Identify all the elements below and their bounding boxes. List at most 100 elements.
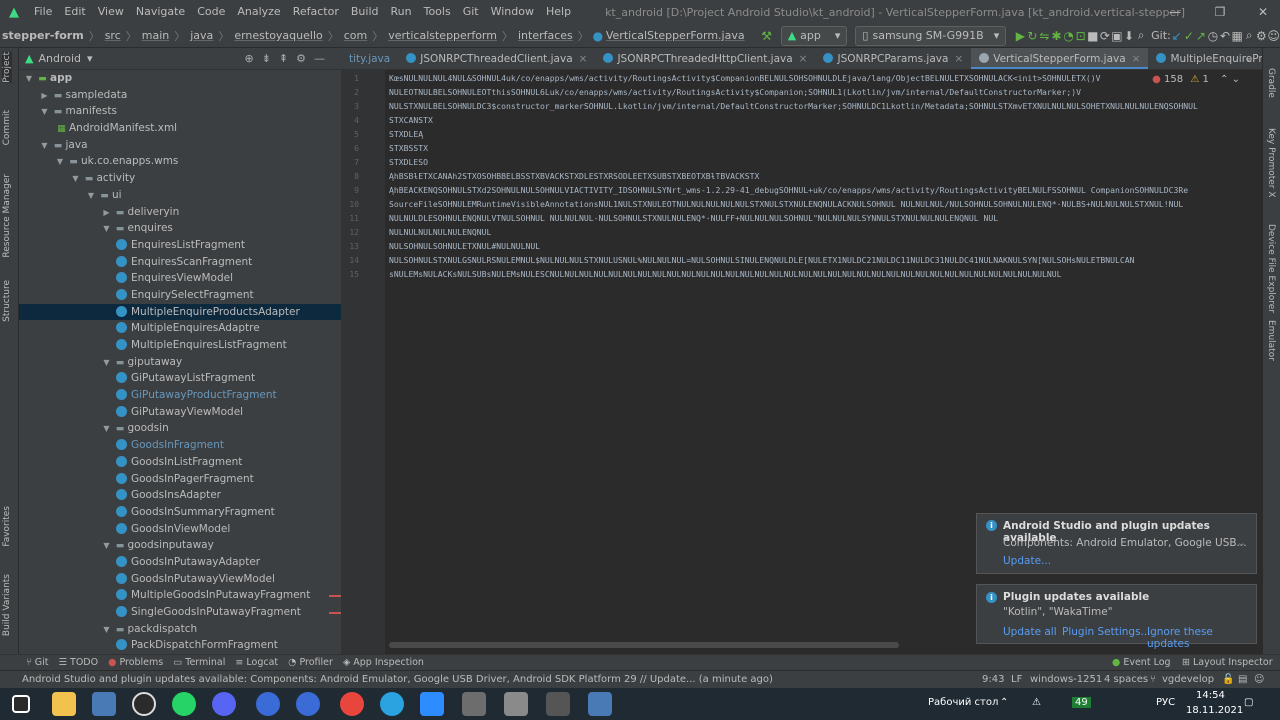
chevron-up-icon[interactable]: ⌃ [1220,74,1228,85]
breadcrumb-module[interactable]: stepper-form [0,29,86,42]
profile-icon[interactable]: ◔ [1063,29,1075,43]
tree-item[interactable]: ▦ AndroidManifest.xml [19,120,341,137]
horizontal-scrollbar[interactable] [389,642,899,648]
menu-build[interactable]: Build [345,0,385,24]
tree-item[interactable]: GoodsInPagerFragment [19,471,341,488]
tree-item[interactable]: MultipleEnquiresAdaptre [19,320,341,337]
tree-item[interactable]: ▼ ▬ goodsinputaway [19,537,341,554]
gear-icon[interactable]: ⚙ [296,52,314,65]
telegram-icon[interactable] [380,692,404,716]
tab-jsonrpc-threaded-http-client[interactable]: JSONRPCThreadedHttpClient.java × [595,48,815,69]
tool-favorites[interactable]: Favorites [2,506,12,547]
sync-gradle-icon[interactable]: ⟳ [1099,29,1111,43]
tree-item[interactable]: MultipleEnquireProductsAdapter [19,303,341,321]
tool-build-variants[interactable]: Build Variants [2,574,12,636]
collapse-icon[interactable]: ⇟ [262,52,279,65]
zoom-icon[interactable] [420,692,444,716]
memory-indicator-icon[interactable]: ▤ [1238,674,1247,685]
minimize-icon[interactable]: — [1160,0,1190,24]
device-select[interactable]: ▯ samsung SM-G991B ▾ [855,25,1007,46]
maximize-icon[interactable]: ❐ [1205,0,1235,24]
clock-date[interactable]: 18.11.2021 [1186,705,1243,716]
chevron-down-icon[interactable]: ⌄ [1232,74,1240,85]
tool-emulator[interactable]: Emulator [1266,320,1276,361]
git-history-icon[interactable]: ◷ [1207,29,1219,43]
tree-item[interactable]: ▼ ▬ java [19,137,341,154]
chevron-down-icon[interactable]: ▼ [101,221,113,238]
tree-item[interactable]: GoodsInsAdapter [19,487,341,504]
close-tab-icon[interactable]: × [1132,53,1141,65]
app-icon[interactable] [504,692,528,716]
apply-changes-icon[interactable]: ↻ [1026,29,1038,43]
warning-icon[interactable]: ⚠ [1032,697,1041,708]
code-line[interactable]: NULNULDLESOHNULENQNULVTNULSOHNUL NULNULN… [389,212,998,225]
tool-resource-manager[interactable]: Resource Manager [2,174,12,258]
breadcrumb-verticalstepperform[interactable]: verticalstepperform [386,29,499,42]
breadcrumb-file[interactable]: VerticalStepperForm.java [604,29,747,42]
chrome-icon[interactable] [340,692,364,716]
chevron-down-icon[interactable]: ▼ [85,188,97,205]
chevron-down-icon[interactable]: ▼ [101,421,113,438]
menu-analyze[interactable]: Analyze [231,0,286,24]
sdk-manager-icon[interactable]: ⬇ [1123,29,1135,43]
expand-icon[interactable]: ⇞ [279,52,296,65]
tree-item[interactable]: GoodsInSummaryFragment [19,504,341,521]
tree-item[interactable]: ▶ ▬ sampledata [19,87,341,104]
tool-gradle[interactable]: Gradle [1266,68,1276,98]
tree-item[interactable]: ▼ ▬ activity [19,170,341,187]
debug-icon[interactable]: ✱ [1051,29,1063,43]
search-icon[interactable]: ⌕ [1243,28,1255,43]
tree-item[interactable]: EnquiresViewModel [19,270,341,287]
breadcrumb-src[interactable]: src [103,29,123,42]
project-view-select[interactable]: Android [38,52,81,65]
close-tab-icon[interactable]: × [579,53,588,65]
browser-icon[interactable] [132,692,156,716]
code-line[interactable]: SourceFileSOHNULEMRuntimeVisibleAnnotati… [389,198,1183,211]
tool-project[interactable]: Project [2,52,12,83]
tab-jsonrpc-params[interactable]: JSONRPCParams.java × [815,48,971,69]
notification-center-icon[interactable]: ▢ [1244,697,1253,708]
chevron-down-icon[interactable]: ⌄ [1237,536,1246,549]
code-line[interactable]: STXBSSTX [389,142,428,155]
whatsapp-icon[interactable] [172,692,196,716]
tool-logcat[interactable]: ≡ Logcat [235,657,278,668]
chevron-down-icon[interactable]: ▼ [23,71,35,88]
apply-code-icon[interactable]: ⇋ [1038,29,1050,43]
tree-item[interactable]: SingleGoodsInPutawayFragment [19,604,341,621]
tree-item[interactable]: ▼ ▬ uk.co.enapps.wms [19,153,341,170]
indent-setting[interactable]: 4 spaces [1104,674,1148,685]
code-line[interactable]: ĄhBEACKENQSOHNULSTXd2SOHNULNULSOHNULVIAC… [389,184,1188,197]
git-commit-icon[interactable]: ✓ [1183,29,1195,43]
chevron-down-icon[interactable]: ▼ [101,538,113,555]
tool-profiler[interactable]: ◔ Profiler [288,657,333,668]
menu-navigate[interactable]: Navigate [130,0,191,24]
chevron-down-icon[interactable]: ▾ [87,52,93,65]
code-line[interactable]: KœsNULNULNUL4NUL&SOHNUL4uk/co/enapps/wms… [389,72,1100,85]
tool-event-log[interactable]: ● Event Log [1112,657,1171,668]
tree-item[interactable]: EnquirySelectFragment [19,287,341,304]
tab-jsonrpc-threaded-client[interactable]: JSONRPCThreadedClient.java × [398,48,595,69]
breadcrumb-com[interactable]: com [342,29,370,42]
code-line[interactable]: NULEOTNULBELSOHNULEOTthisSOHNUL6Luk/co/e… [389,86,1081,99]
user-icon[interactable]: ☺ [1267,29,1280,43]
settings-icon[interactable]: ⚙ [1255,29,1267,43]
tree-item[interactable]: MultipleGoodsInPutawayFragment [19,587,341,604]
app-icon[interactable] [296,692,320,716]
chevron-down-icon[interactable]: ▼ [54,154,66,171]
tree-item[interactable]: ▶ ▬ deliveryin [19,204,341,221]
tool-key-promoter[interactable]: Key Promoter X [1266,128,1276,198]
hammer-icon[interactable]: ⚒ [761,29,773,43]
tree-item[interactable]: ▼ ▬ goodsin [19,420,341,437]
tree-item[interactable]: GoodsInListFragment [19,454,341,471]
update-all-link[interactable]: Update all [1003,626,1057,638]
code-line[interactable]: NULSTXNULBELSOHNULDC3$constructor_marker… [389,100,1198,113]
calculator-icon[interactable] [462,692,486,716]
chevron-up-icon[interactable]: ⌃ [1000,697,1008,708]
tool-git[interactable]: ⑂ Git [26,657,48,668]
tree-item[interactable]: PackDispatchFormFragment [19,637,341,654]
tree-item[interactable]: ▼ ▬ ui [19,187,341,204]
git-push-icon[interactable]: ↗ [1195,29,1207,43]
tree-item[interactable]: ▼ ▬ enquires [19,220,341,237]
tool-layout-inspector[interactable]: ⊞ Layout Inspector [1182,657,1273,668]
git-branch[interactable]: vgdevelop [1162,674,1214,685]
